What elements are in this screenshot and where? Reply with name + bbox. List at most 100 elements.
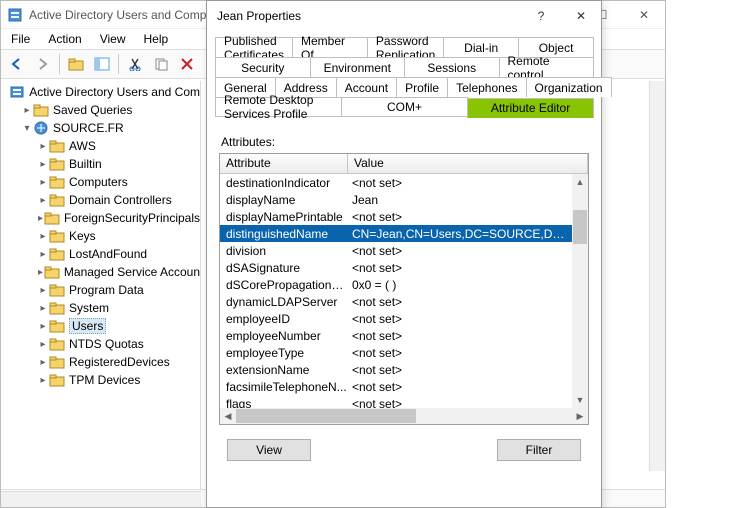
back-button[interactable] — [5, 53, 29, 75]
tree-label: NTDS Quotas — [69, 337, 144, 351]
tree-twisty-icon[interactable]: ▸ — [21, 105, 33, 116]
tree-node[interactable]: ▸Users — [1, 317, 200, 335]
vscroll-thumb[interactable] — [573, 210, 587, 244]
tree-hscroll[interactable] — [1, 491, 201, 507]
menu-action[interactable]: Action — [48, 32, 81, 46]
tree-node[interactable]: ▸Managed Service Accoun — [1, 263, 200, 281]
tab[interactable]: Organization — [526, 77, 612, 97]
attribute-row[interactable]: employeeType<not set> — [220, 344, 572, 361]
attribute-row[interactable]: distinguishedNameCN=Jean,CN=Users,DC=SOU… — [220, 225, 572, 242]
scroll-right-icon[interactable]: ▶ — [572, 408, 588, 424]
attribute-row[interactable]: extensionName<not set> — [220, 361, 572, 378]
tab[interactable]: Telephones — [447, 77, 526, 97]
tree-node[interactable]: ▸System — [1, 299, 200, 317]
tree-node[interactable]: ▸LostAndFound — [1, 245, 200, 263]
tree-node[interactable]: ▸ NTDS Quotas — [1, 335, 200, 353]
attribute-row[interactable]: flags<not set> — [220, 395, 572, 408]
tab[interactable]: Attribute Editor — [467, 98, 594, 118]
cut-button[interactable] — [123, 53, 147, 75]
listview-hscroll[interactable]: ◀ ▶ — [220, 408, 588, 424]
tab[interactable]: Sessions — [404, 57, 500, 77]
tab[interactable]: Account — [336, 77, 397, 97]
col-attribute[interactable]: Attribute — [220, 154, 348, 173]
tree-twisty-icon[interactable]: ▸ — [37, 231, 49, 242]
view-button[interactable]: View — [227, 439, 311, 461]
attribute-row[interactable]: dynamicLDAPServer<not set> — [220, 293, 572, 310]
tab[interactable]: Published Certificates — [215, 37, 293, 57]
attr-name: dSCorePropagationD... — [220, 278, 348, 292]
tree-label: Active Directory Users and Com — [29, 85, 200, 99]
tree-node[interactable]: ▸Computers — [1, 173, 200, 191]
dialog-titlebar: Jean Properties ? ✕ — [207, 1, 601, 31]
attribute-row[interactable]: facsimileTelephoneN...<not set> — [220, 378, 572, 395]
tree-twisty-icon[interactable]: ▸ — [37, 267, 44, 278]
tree-twisty-icon[interactable]: ▸ — [37, 177, 49, 188]
tree-node[interactable]: ▸RegisteredDevices — [1, 353, 200, 371]
tree-pane[interactable]: Active Directory Users and Com ▸Saved Que… — [1, 81, 201, 489]
scroll-down-icon[interactable]: ▼ — [572, 392, 588, 408]
tree-twisty-icon[interactable]: ▾ — [21, 123, 33, 134]
tree-label: SOURCE.FR — [53, 121, 124, 135]
dialog-close-button[interactable]: ✕ — [561, 1, 601, 31]
tree-node[interactable]: ▸Saved Queries — [1, 101, 200, 119]
tree-twisty-icon[interactable]: ▸ — [37, 321, 49, 332]
app-icon — [7, 7, 23, 23]
dialog-help-button[interactable]: ? — [521, 1, 561, 31]
attr-value: <not set> — [348, 210, 572, 224]
tree-twisty-icon[interactable]: ▸ — [37, 141, 49, 152]
attribute-row[interactable]: dSCorePropagationD...0x0 = ( ) — [220, 276, 572, 293]
close-button[interactable]: ✕ — [623, 1, 665, 29]
tab[interactable]: Profile — [396, 77, 448, 97]
tree-twisty-icon[interactable]: ▸ — [37, 303, 49, 314]
delete-button[interactable] — [175, 53, 199, 75]
attr-value: <not set> — [348, 244, 572, 258]
tree-twisty-icon[interactable]: ▸ — [37, 375, 49, 386]
show-hide-tree-button[interactable] — [90, 53, 114, 75]
tree-node[interactable]: ▸TPM Devices — [1, 371, 200, 389]
tree-node[interactable]: ▸ForeignSecurityPrincipals — [1, 209, 200, 227]
attribute-row[interactable]: division<not set> — [220, 242, 572, 259]
tab[interactable]: Member Of — [292, 37, 368, 57]
menu-view[interactable]: View — [100, 32, 126, 46]
tree-node[interactable]: ▸AWS — [1, 137, 200, 155]
tree-node[interactable]: ▸Domain Controllers — [1, 191, 200, 209]
tree-node[interactable]: ▸Program Data — [1, 281, 200, 299]
tree-twisty-icon[interactable]: ▸ — [37, 159, 49, 170]
col-value[interactable]: Value — [348, 154, 588, 173]
copy-button[interactable] — [149, 53, 173, 75]
attribute-row[interactable]: employeeNumber<not set> — [220, 327, 572, 344]
filter-button[interactable]: Filter — [497, 439, 581, 461]
up-button[interactable] — [64, 53, 88, 75]
tab[interactable]: Environment — [310, 57, 406, 77]
attribute-row[interactable]: displayNamePrintable<not set> — [220, 208, 572, 225]
tab[interactable]: Remote Desktop Services Profile — [215, 97, 342, 117]
tree-twisty-icon[interactable]: ▸ — [37, 195, 49, 206]
attr-name: dynamicLDAPServer — [220, 295, 348, 309]
attributes-listview[interactable]: Attribute Value destinationIndicator<not… — [219, 153, 589, 425]
tab[interactable]: Password Replication — [367, 37, 444, 57]
attribute-row[interactable]: displayNameJean — [220, 191, 572, 208]
menu-help[interactable]: Help — [144, 32, 169, 46]
attribute-row[interactable]: destinationIndicator<not set> — [220, 174, 572, 191]
tab[interactable]: Remote control — [499, 57, 595, 77]
tree-twisty-icon[interactable]: ▸ — [37, 213, 44, 224]
scroll-left-icon[interactable]: ◀ — [220, 408, 236, 424]
menu-file[interactable]: File — [11, 32, 30, 46]
tree-node[interactable]: ▾ SOURCE.FR — [1, 119, 200, 137]
tree-twisty-icon[interactable]: ▸ — [37, 249, 49, 260]
tree-node[interactable]: Active Directory Users and Com — [1, 83, 200, 101]
scroll-up-icon[interactable]: ▲ — [572, 174, 588, 190]
tree-node[interactable]: ▸Builtin — [1, 155, 200, 173]
content-vscroll[interactable] — [649, 81, 665, 471]
hscroll-thumb[interactable] — [236, 409, 416, 423]
tree-twisty-icon[interactable]: ▸ — [37, 339, 49, 350]
forward-button[interactable] — [31, 53, 55, 75]
tab[interactable]: COM+ — [341, 97, 468, 117]
tab[interactable]: Security — [215, 57, 311, 77]
tree-twisty-icon[interactable]: ▸ — [37, 357, 49, 368]
tree-twisty-icon[interactable]: ▸ — [37, 285, 49, 296]
attribute-row[interactable]: dSASignature<not set> — [220, 259, 572, 276]
listview-vscroll[interactable]: ▲ ▼ — [572, 174, 588, 408]
tree-node[interactable]: ▸Keys — [1, 227, 200, 245]
attribute-row[interactable]: employeeID<not set> — [220, 310, 572, 327]
